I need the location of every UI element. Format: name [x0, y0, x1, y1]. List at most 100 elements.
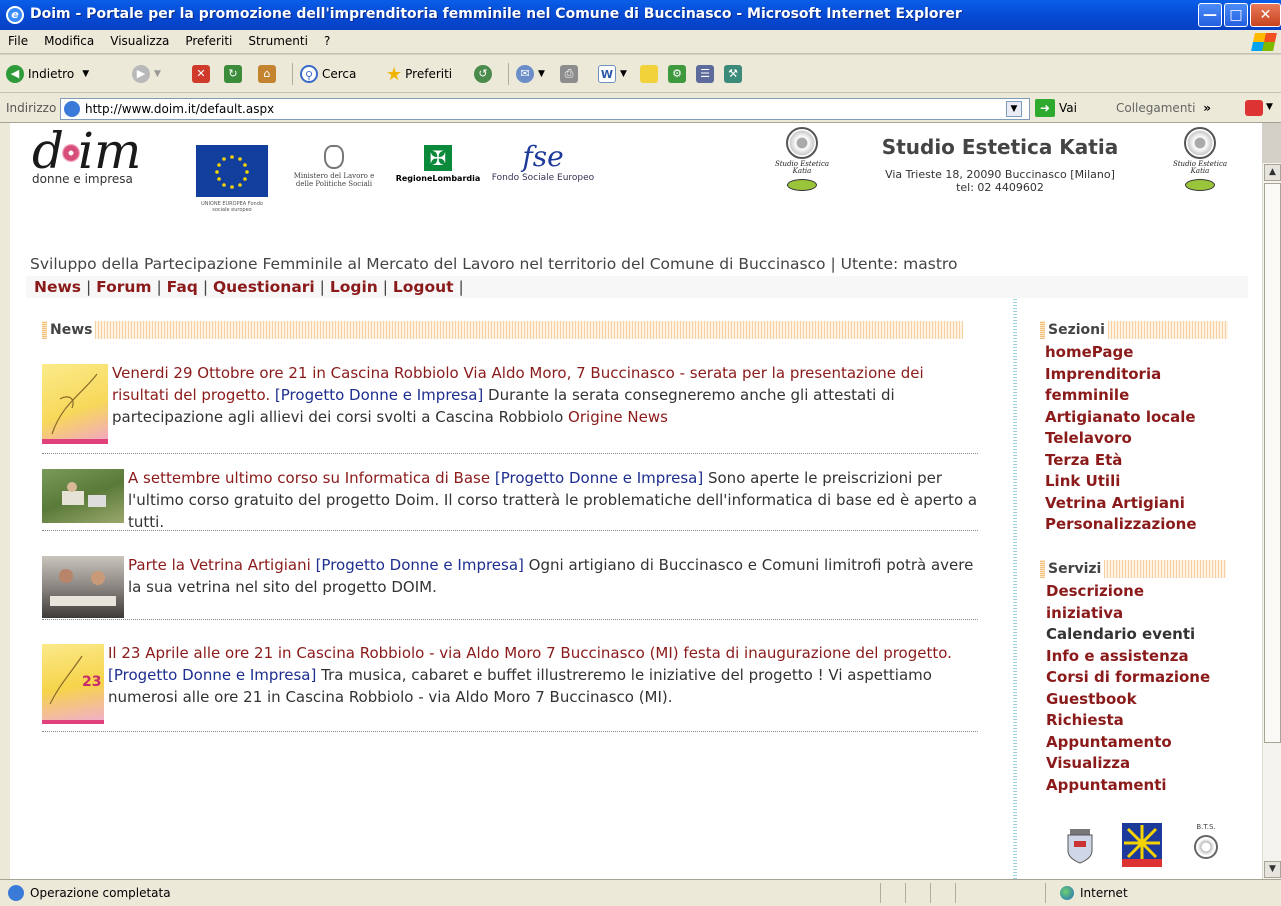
nav-questionari[interactable]: Questionari	[213, 278, 315, 296]
nav-forum[interactable]: Forum	[96, 278, 151, 296]
go-button[interactable]: ➜ Vai	[1035, 99, 1077, 117]
home-button[interactable]: ⌂	[258, 63, 280, 85]
scroll-up-button[interactable]: ▲	[1264, 164, 1281, 181]
sidebar-item-homepage[interactable]: homePage	[1045, 342, 1265, 364]
news-thumbnail[interactable]	[42, 364, 108, 444]
service-corsi[interactable]: Corsi di formazione	[1040, 667, 1220, 689]
eu-caption: UNIONE EUROPEA Fondo sociale europeo	[201, 201, 263, 213]
news-origin-link[interactable]: Origine News	[568, 408, 668, 426]
news-tag[interactable]: [Progetto Donne e Impresa]	[495, 469, 703, 487]
news-tag[interactable]: [Progetto Donne e Impresa]	[316, 556, 524, 574]
sections-list: homePage Imprenditoria femminile Artigia…	[1045, 342, 1265, 536]
edit-button[interactable]: W ▼	[598, 63, 627, 85]
services-list: Descrizione iniziativa Calendario eventi…	[1040, 581, 1220, 796]
doim-logo[interactable]: d im donne e impresa	[32, 126, 141, 186]
sidebar-item-artigianato[interactable]: Artigianato locale	[1045, 407, 1265, 429]
menu-preferiti[interactable]: Preferiti	[177, 30, 240, 48]
news-tag[interactable]: [Progetto Donne e Impresa]	[108, 666, 316, 684]
vertical-scrollbar[interactable]: ▲ ▼	[1262, 163, 1281, 879]
back-dropdown-icon[interactable]: ▼	[82, 69, 89, 79]
close-button[interactable]: ✕	[1250, 3, 1281, 27]
service-descrizione[interactable]: Descrizione iniziativa	[1040, 581, 1220, 624]
minimize-button[interactable]: —	[1198, 3, 1222, 27]
messenger-button[interactable]: ⚙	[668, 63, 690, 85]
menu-modifica[interactable]: Modifica	[36, 30, 102, 48]
favorites-button[interactable]: ★ Preferiti	[386, 63, 452, 85]
address-url[interactable]: http://www.doim.it/default.aspx	[85, 102, 274, 116]
scroll-thumb[interactable]	[1264, 183, 1281, 743]
service-richiesta[interactable]: Richiesta Appuntamento	[1040, 710, 1220, 753]
bts-logo[interactable]: B.T.S.	[1186, 823, 1226, 867]
service-info[interactable]: Info e assistenza	[1040, 646, 1220, 668]
status-divider	[1045, 883, 1046, 903]
status-bar: Operazione completata Internet	[0, 879, 1281, 906]
search-label: Cerca	[322, 67, 357, 81]
outdoor-photo-icon	[62, 482, 106, 507]
menu-file[interactable]: File	[0, 30, 36, 48]
nav-logout[interactable]: Logout	[393, 278, 454, 296]
studio-tel: tel: 02 4409602	[956, 181, 1044, 194]
discuss-button[interactable]	[640, 63, 662, 85]
column-divider	[1013, 298, 1017, 879]
extra-tool-button[interactable]: ⚒	[724, 63, 746, 85]
menu-strumenti[interactable]: Strumenti	[240, 30, 316, 48]
menu-bar: File Modifica Visualizza Preferiti Strumenti…	[0, 30, 1281, 54]
service-visualizza[interactable]: Visualizza Appuntamenti	[1040, 753, 1220, 796]
zone-label: Internet	[1080, 886, 1128, 900]
news-title[interactable]: A settembre ultimo corso su Informatica …	[128, 469, 490, 487]
sidebar-item-telelavoro[interactable]: Telelavoro	[1045, 428, 1265, 450]
news-title[interactable]: Il 23 Aprile alle ore 21 in Cascina Robb…	[108, 644, 952, 662]
ie-icon: e	[6, 6, 24, 24]
address-input[interactable]: http://www.doim.it/default.aspx	[60, 98, 1030, 120]
links-toolbar[interactable]: Collegamenti »	[1116, 101, 1211, 115]
stop-button[interactable]: ✕	[192, 63, 214, 85]
nav-login[interactable]: Login	[330, 278, 378, 296]
forward-dropdown-icon[interactable]: ▼	[154, 69, 161, 79]
mail-button[interactable]: ✉ ▼	[516, 63, 545, 85]
menu-visualizza[interactable]: Visualizza	[102, 30, 177, 48]
centro-lavoro-logo[interactable]	[1122, 823, 1162, 867]
window-title-bar[interactable]: e Doim - Portale per la promozione dell'…	[0, 0, 1281, 30]
sidebar-item-imprenditoria[interactable]: Imprenditoria femminile	[1045, 364, 1215, 407]
studio-script-left: Studio Estetica Katia	[774, 160, 830, 175]
menu-help[interactable]: ?	[316, 30, 338, 48]
security-zone[interactable]: Internet	[1060, 886, 1128, 900]
news-title[interactable]: Parte la Vetrina Artigiani	[128, 556, 311, 574]
service-calendario[interactable]: Calendario eventi	[1040, 624, 1220, 646]
edit-dropdown-icon[interactable]: ▼	[620, 69, 627, 79]
chevron-right-icon[interactable]: »	[1203, 101, 1211, 115]
sidebar-item-vetrina[interactable]: Vetrina Artigiani	[1045, 493, 1265, 515]
news-thumbnail[interactable]	[42, 469, 124, 523]
sidebar-item-link-utili[interactable]: Link Utili	[1045, 471, 1265, 493]
service-guestbook[interactable]: Guestbook	[1040, 689, 1220, 711]
status-divider	[880, 883, 881, 903]
nav-news[interactable]: News	[34, 278, 81, 296]
mail-dropdown-icon[interactable]: ▼	[538, 69, 545, 79]
address-label: Indirizzo	[6, 101, 57, 115]
print-button[interactable]: ⎙	[560, 63, 582, 85]
translate-dropdown-icon[interactable]: ▼	[1266, 102, 1273, 112]
windows-logo-icon	[1251, 33, 1277, 51]
news-thumbnail[interactable]: 23	[42, 644, 104, 724]
back-button[interactable]: ◀ Indietro ▼	[6, 63, 89, 85]
forward-button[interactable]: ▶ ▼	[132, 63, 161, 85]
sidebar-item-personalizzazione[interactable]: Personalizzazione	[1045, 514, 1265, 536]
buccinasco-crest-icon[interactable]	[1062, 823, 1098, 865]
forward-arrow-icon: ▶	[132, 65, 150, 83]
search-button[interactable]: ⚲ Cerca	[300, 63, 356, 85]
scroll-down-button[interactable]: ▼	[1264, 861, 1281, 878]
news-tag[interactable]: [Progetto Donne e Impresa]	[275, 386, 483, 404]
heading-bar	[1040, 321, 1045, 339]
stop-icon: ✕	[192, 65, 210, 83]
history-icon: ↺	[474, 65, 492, 83]
globe-icon	[1060, 886, 1074, 900]
research-button[interactable]: ☰	[696, 63, 718, 85]
address-dropdown-icon[interactable]: ▼	[1006, 101, 1022, 117]
sidebar-item-terza-eta[interactable]: Terza Età	[1045, 450, 1265, 472]
refresh-button[interactable]: ↻	[224, 63, 246, 85]
translate-icon[interactable]	[1245, 100, 1263, 116]
nav-faq[interactable]: Faq	[167, 278, 198, 296]
history-button[interactable]: ↺	[474, 63, 496, 85]
news-thumbnail[interactable]	[42, 556, 124, 618]
maximize-button[interactable]: □	[1224, 3, 1248, 27]
